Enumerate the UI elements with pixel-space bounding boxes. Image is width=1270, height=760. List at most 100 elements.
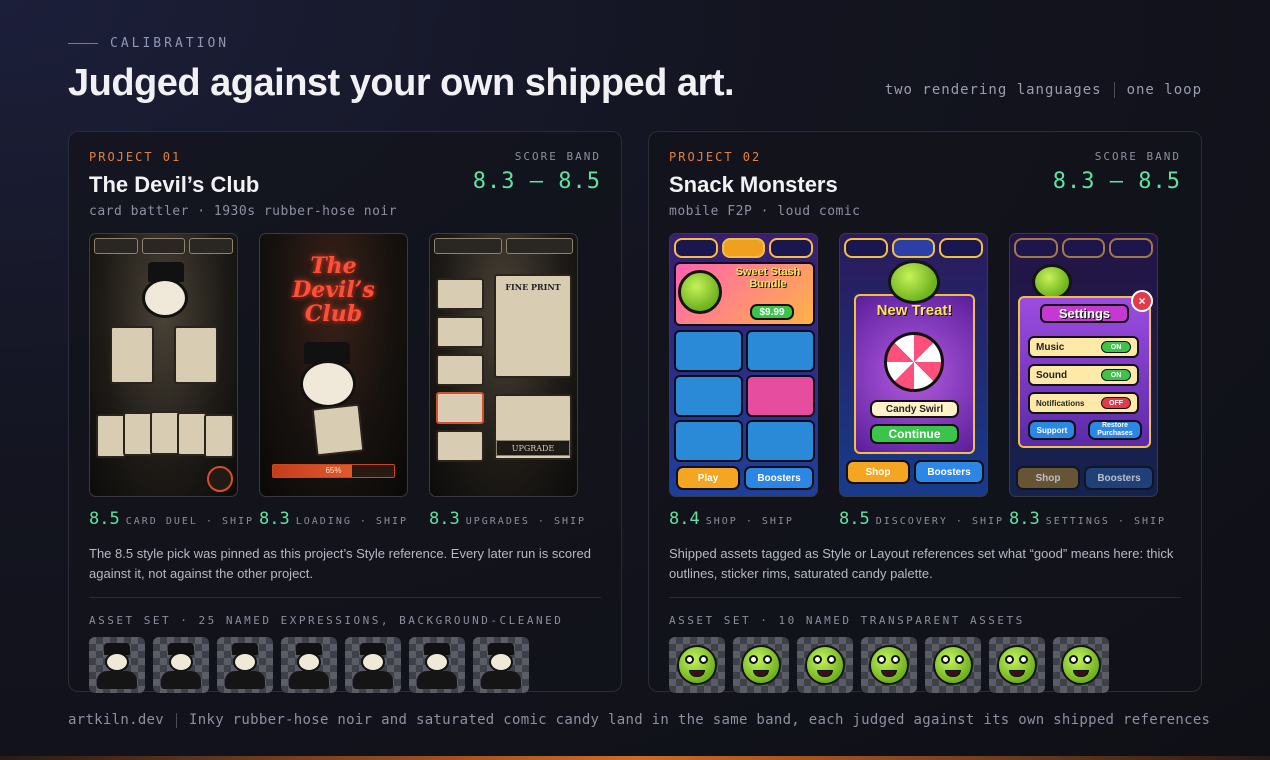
character-face — [489, 652, 513, 672]
noir-expression-asset[interactable] — [153, 637, 209, 693]
shot-label: SHOP · SHIP — [705, 516, 794, 527]
screenshot-row: 8.5 CARD DUEL · SHIP The Devil’s Club 65… — [89, 233, 584, 529]
shot-upgrades[interactable]: FINE PRINT UPGRADE 8.3 UPGRADES · SHIP — [429, 233, 584, 529]
discovery-screenshot[interactable]: New Treat! Candy Swirl Continue Shop Boo… — [839, 233, 988, 497]
upgrades-screenshot[interactable]: FINE PRINT UPGRADE — [429, 233, 578, 497]
monster-eye — [1069, 655, 1078, 664]
tagline-right: one loop — [1126, 82, 1202, 98]
noir-expression-asset[interactable] — [345, 637, 401, 693]
monster-body — [805, 645, 845, 685]
score-band-value: 8.3 – 8.5 — [1052, 169, 1181, 194]
asset-set-title: ASSET SET · 25 NAMED EXPRESSIONS, BACKGR… — [89, 614, 564, 627]
shot-loading[interactable]: The Devil’s Club 65% 8.3 LOADING · SHIP — [259, 233, 408, 529]
loading-percent: 65% — [325, 466, 342, 475]
neon-logo: The Devil’s Club — [292, 253, 375, 327]
monster-expression-asset[interactable] — [1053, 637, 1109, 693]
shot-score: 8.3 — [1009, 509, 1040, 529]
monster-expression-asset[interactable] — [861, 637, 917, 693]
monster-body — [677, 645, 717, 685]
shot-label: SETTINGS · SHIP — [1045, 516, 1167, 527]
end-turn-icon — [207, 466, 233, 492]
continue-button: Continue — [870, 424, 959, 444]
project-subtitle: card battler · 1930s rubber-hose noir — [89, 204, 398, 219]
bundle-title: Sweet Stash Bundle — [735, 266, 801, 290]
monster-eye — [749, 655, 758, 664]
project-subtitle: mobile F2P · loud comic — [669, 204, 861, 219]
monster-eye — [877, 655, 886, 664]
noir-expression-asset[interactable] — [473, 637, 529, 693]
noir-expression-asset[interactable] — [409, 637, 465, 693]
screenshot-row: Sweet Stash Bundle $9.99 Play Boosters 8… — [669, 233, 1164, 529]
monster-expression-asset[interactable] — [925, 637, 981, 693]
new-treat-title: New Treat! — [876, 302, 953, 319]
music-toggle: ON — [1101, 341, 1131, 353]
monster-expression-asset[interactable] — [797, 637, 853, 693]
loading-screenshot[interactable]: The Devil’s Club 65% — [259, 233, 408, 497]
monster-expression-asset[interactable] — [989, 637, 1045, 693]
score-band-value: 8.3 – 8.5 — [472, 169, 601, 194]
shop-item-tile — [674, 330, 743, 372]
contract-paper — [311, 403, 365, 457]
upgrade-button: UPGRADE — [496, 440, 570, 456]
footer-site[interactable]: artkiln.dev — [68, 712, 164, 728]
fine-print-card: FINE PRINT — [494, 274, 572, 378]
notifications-row: Notifications OFF — [1028, 392, 1139, 414]
sound-label: Sound — [1036, 369, 1068, 381]
project-description: Shipped assets tagged as Style or Layout… — [669, 546, 1174, 581]
noir-expression-asset[interactable] — [281, 637, 337, 693]
sound-toggle: ON — [1101, 369, 1131, 381]
boosters-button: Boosters — [1084, 466, 1154, 490]
footer: artkiln.dev Inky rubber-hose noir and sa… — [68, 712, 1210, 728]
close-icon: × — [1131, 290, 1153, 312]
monster-eye — [941, 655, 950, 664]
monster-body — [869, 645, 909, 685]
project-number: PROJECT 01 — [89, 150, 182, 164]
asset-set-title: ASSET SET · 10 NAMED TRANSPARENT ASSETS — [669, 614, 1025, 627]
character-face — [361, 652, 385, 672]
monster-eye — [1005, 655, 1014, 664]
shot-label: CARD DUEL · SHIP — [125, 516, 255, 527]
shop-screenshot[interactable]: Sweet Stash Bundle $9.99 Play Boosters — [669, 233, 818, 497]
settings-title: Settings — [1040, 304, 1129, 323]
restore-purchases-button: Restore Purchases — [1088, 420, 1142, 440]
hand-card — [177, 412, 207, 456]
monster-eye — [891, 655, 900, 664]
card-duel-screenshot[interactable] — [89, 233, 238, 497]
tagline-divider — [1113, 82, 1115, 98]
monster-eye — [827, 655, 836, 664]
character-face — [300, 360, 356, 408]
monster-eye — [763, 655, 772, 664]
monster-expression-asset[interactable] — [669, 637, 725, 693]
candy-swirl-icon — [884, 332, 944, 392]
monster-mascot — [888, 260, 940, 304]
shot-caption: 8.5 DISCOVERY · SHIP — [839, 509, 1002, 529]
bottom-glow — [0, 756, 1270, 760]
shot-shop[interactable]: Sweet Stash Bundle $9.99 Play Boosters 8… — [669, 233, 818, 529]
shot-discovery[interactable]: New Treat! Candy Swirl Continue Shop Boo… — [839, 233, 1002, 529]
noir-expression-asset[interactable] — [217, 637, 273, 693]
character-face — [425, 652, 449, 672]
settings-screenshot[interactable]: Settings × Music ON Sound ON Notifications… — [1009, 233, 1158, 497]
body-shape — [289, 671, 329, 689]
shot-caption: 8.4 SHOP · SHIP — [669, 509, 818, 529]
hud-bar — [1014, 238, 1154, 258]
shot-score: 8.3 — [429, 509, 460, 529]
card-shape — [174, 326, 218, 384]
shot-caption: 8.3 SETTINGS · SHIP — [1009, 509, 1164, 529]
shot-settings[interactable]: Settings × Music ON Sound ON Notifications… — [1009, 233, 1164, 529]
score-band-label: SCORE BAND — [1094, 150, 1181, 163]
hand-card — [204, 414, 234, 458]
monster-expression-asset[interactable] — [733, 637, 789, 693]
loading-progress-bar: 65% — [272, 464, 395, 478]
hud-bar — [94, 238, 234, 254]
footer-caption: Inky rubber-hose noir and saturated comi… — [189, 712, 1211, 728]
hand-card — [150, 411, 180, 455]
character-face — [142, 278, 188, 318]
noir-expression-asset[interactable] — [89, 637, 145, 693]
shot-score: 8.5 — [89, 509, 120, 529]
score-band-label: SCORE BAND — [514, 150, 601, 163]
shot-card-duel[interactable]: 8.5 CARD DUEL · SHIP — [89, 233, 252, 529]
monster-eye — [699, 655, 708, 664]
monster-eye — [813, 655, 822, 664]
sound-row: Sound ON — [1028, 364, 1139, 386]
